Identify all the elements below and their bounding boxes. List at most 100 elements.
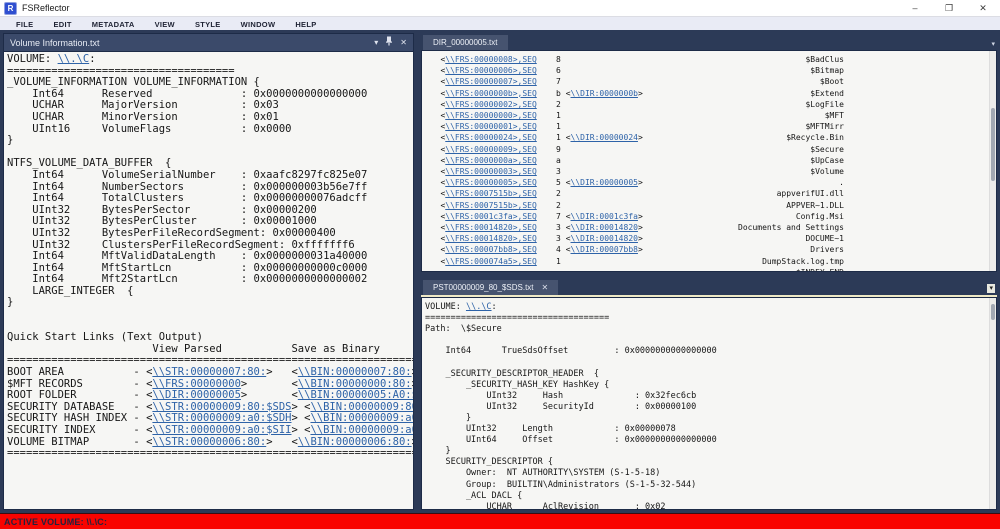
text: > < xyxy=(240,377,298,390)
text: VOLUME: xyxy=(425,302,466,312)
menu-item-view[interactable]: VIEW xyxy=(145,20,185,29)
file-link[interactable]: \\FRS:000074a5>,SEQ xyxy=(445,256,537,267)
restore-icon[interactable]: ❐ xyxy=(932,3,966,14)
text: } xyxy=(7,134,14,147)
tab-dir-00000005[interactable]: DIR_00000005.txt xyxy=(423,35,508,50)
file-link[interactable]: \\DIR:00007bb8 xyxy=(571,244,638,255)
tab-pst00000009-80-sds[interactable]: PST00000009_80_$SDS.txt ✕ xyxy=(423,280,559,295)
file-link[interactable]: \\DIR:00000024 xyxy=(571,132,638,143)
file-link[interactable]: \\FRS:0007515b>,SEQ xyxy=(445,200,537,211)
file-link[interactable]: \\FRS:00014820>,SEQ xyxy=(445,222,537,233)
pin-icon[interactable] xyxy=(385,36,393,49)
file-link[interactable]: \\FRS:00000005>,SEQ xyxy=(445,177,537,188)
chevron-down-icon[interactable]: ▾ xyxy=(987,284,995,293)
file-link[interactable]: \\DIR:0000000b xyxy=(571,88,638,99)
menu-item-metadata[interactable]: METADATA xyxy=(82,20,145,29)
text: < xyxy=(426,55,446,64)
file-link[interactable]: \\FRS:00000006>,SEQ xyxy=(445,65,537,76)
scrollbar[interactable] xyxy=(989,51,996,271)
file-link[interactable]: \\FRS:00014820>,SEQ xyxy=(445,233,537,244)
file-link[interactable]: \\FRS:00000024>,SEQ xyxy=(445,132,537,143)
file-link[interactable]: \\FRS:00000003>,SEQ xyxy=(445,166,537,177)
text: UInt32 BytesPerCluster : 0x00001000 xyxy=(7,215,317,228)
chevron-down-icon[interactable]: ▾ xyxy=(991,40,995,48)
file-link[interactable]: \\FRS:00000007>,SEQ xyxy=(445,76,537,87)
file-name: $Extend xyxy=(810,88,844,98)
text: < xyxy=(426,167,446,177)
volume-info-pane-header[interactable]: Volume Information.txt ▾ ✕ xyxy=(3,33,414,51)
text: < xyxy=(426,111,446,121)
minimize-icon[interactable]: – xyxy=(898,3,932,13)
text: 1 xyxy=(536,122,561,132)
menu-item-help[interactable]: HELP xyxy=(285,20,326,29)
file-link[interactable]: \\FRS:0001c3fa>,SEQ xyxy=(445,211,537,222)
scrollbar-thumb[interactable] xyxy=(991,304,995,320)
file-link[interactable]: \\STR:00000009:a0:$SDH xyxy=(152,412,291,425)
text: > < xyxy=(266,366,298,379)
text: View Parsed Save as Binary xyxy=(7,342,380,355)
file-link[interactable]: \\DIR:00014820 xyxy=(571,222,638,233)
file-link[interactable]: \\FRS:00007bb8>,SEQ xyxy=(445,244,537,255)
text-line xyxy=(425,357,996,368)
text-line: Path: \$Secure xyxy=(425,324,996,335)
file-link[interactable]: \\DIR:0001c3fa xyxy=(571,211,638,222)
volume-info-text: VOLUME: \\.\C: ==========================… xyxy=(4,52,413,460)
text-line: UInt16 VolumeFlags : 0x0000 xyxy=(7,123,413,136)
menu-item-window[interactable]: WINDOW xyxy=(231,20,286,29)
dir-row: < \\FRS:000074a5>,SEQ 1 DumpStack.log.tmp xyxy=(426,256,844,267)
file-link[interactable]: \\BIN:00000009:a0:$SDH xyxy=(310,412,413,425)
file-link[interactable]: \\BIN:00000009:80:$SDS xyxy=(310,401,413,413)
file-link[interactable]: \\BIN:00000005:A0:$I30 xyxy=(298,389,413,401)
file-link[interactable]: \\FRS:00000009>,SEQ xyxy=(445,144,537,155)
file-link[interactable]: \\FRS:00000002>,SEQ xyxy=(445,99,537,110)
file-name: $LogFile xyxy=(805,99,844,109)
close-icon[interactable]: ✕ xyxy=(966,3,1000,14)
text: < xyxy=(560,234,571,244)
text: < xyxy=(426,245,446,255)
file-link[interactable]: \\DIR:00000005 xyxy=(152,389,241,401)
scrollbar[interactable] xyxy=(989,298,996,509)
tab-close-icon[interactable]: ✕ xyxy=(542,283,549,292)
chevron-down-icon[interactable]: ▾ xyxy=(374,38,378,48)
text: > xyxy=(637,88,643,98)
text-line: Owner: NT AUTHORITY\SYSTEM (S-1-5-18) xyxy=(425,468,996,479)
file-link[interactable]: \\STR:00000009:a0:$SII xyxy=(152,424,291,436)
dir-row: < \\FRS:00000006>,SEQ 6 $Bitmap xyxy=(426,65,844,76)
dir-row: < \\FRS:00000009>,SEQ 9 $Secure xyxy=(426,144,844,155)
file-link[interactable]: \\FRS:00000008>,SEQ xyxy=(445,54,537,65)
text: UInt32 BytesPerSector : 0x00000200 xyxy=(7,203,317,216)
text: 1 xyxy=(536,256,561,266)
tab-label: DIR_00000005.txt xyxy=(433,38,498,47)
file-link[interactable]: \\FRS:00000000 xyxy=(152,378,241,390)
scrollbar-thumb[interactable] xyxy=(991,108,995,181)
dir-row: < \\FRS:0001c3fa>,SEQ 7 < \\DIR:0001c3fa > C… xyxy=(426,211,844,222)
text: VOLUME BITMAP - < xyxy=(7,435,153,448)
file-link[interactable]: \\STR:00000009:80:$SDS xyxy=(152,401,291,413)
close-icon[interactable]: ✕ xyxy=(400,38,407,48)
file-link[interactable]: \\STR:00000007:80: xyxy=(152,366,266,378)
file-link[interactable]: \\.\C xyxy=(466,302,492,312)
text: } xyxy=(425,412,472,423)
text: 4 xyxy=(536,245,561,255)
file-link[interactable]: \\.\C xyxy=(58,53,90,65)
file-link[interactable]: \\FRS:0007515b>,SEQ xyxy=(445,188,537,199)
file-link[interactable]: \\DIR:00000005 xyxy=(571,177,638,188)
text: a xyxy=(536,155,561,165)
menu-item-file[interactable]: FILE xyxy=(6,20,43,29)
file-link[interactable]: \\DIR:00014820 xyxy=(571,233,638,244)
menu-item-style[interactable]: STYLE xyxy=(185,20,231,29)
file-link[interactable]: \\FRS:0000000a>,SEQ xyxy=(445,155,537,166)
file-name: appverifUI.dll xyxy=(776,189,844,199)
file-link[interactable]: \\BIN:00000006:80: xyxy=(298,436,412,448)
file-link[interactable]: \\FRS:00000001>,SEQ xyxy=(445,121,537,132)
file-link[interactable]: \\BIN:00000000:80: xyxy=(298,378,412,390)
file-link[interactable]: \\STR:00000006:80: xyxy=(152,436,266,448)
file-link[interactable]: \\FRS:00000000>,SEQ xyxy=(445,110,537,121)
file-link[interactable]: \\BIN:00000007:80: xyxy=(298,366,412,378)
text: < xyxy=(426,99,446,109)
file-link[interactable]: \\FRS:0000000b>,SEQ xyxy=(445,88,537,99)
menu-item-edit[interactable]: EDIT xyxy=(43,20,81,29)
file-link[interactable]: \\BIN:00000009:a0:$SII xyxy=(310,424,413,436)
text: $MFT RECORDS - < xyxy=(7,377,153,390)
text: Int64 Reserved : 0x0000000000000000 xyxy=(7,87,368,100)
